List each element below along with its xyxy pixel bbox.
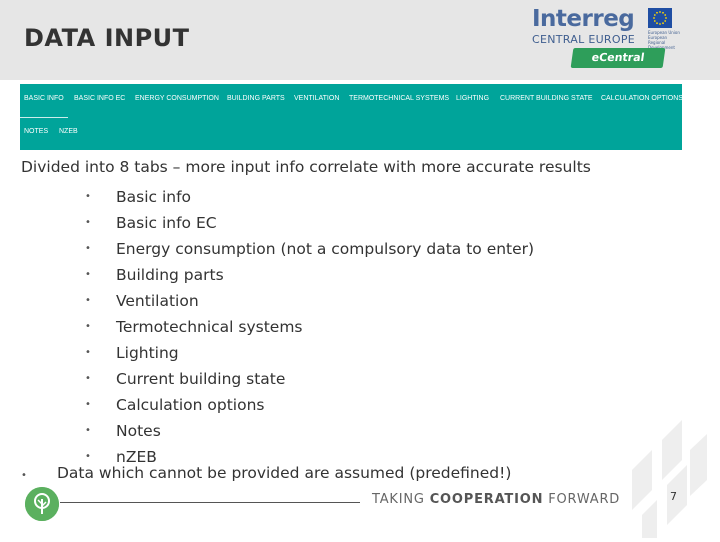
- bullet-icon: •: [85, 347, 91, 358]
- bullet-icon: •: [85, 321, 91, 332]
- logo-region-name: CENTRAL EUROPE: [532, 33, 636, 46]
- list-item-text: Basic info EC: [116, 214, 217, 232]
- tab-basic-info-ec[interactable]: BASIC INFO EC: [74, 95, 125, 102]
- list-item-text: Basic info: [116, 188, 192, 206]
- tab-nzeb[interactable]: NZEB: [59, 128, 78, 135]
- bullet-icon: •: [85, 217, 91, 228]
- bullet-icon: •: [85, 425, 91, 436]
- tagline-bold: COOPERATION: [429, 492, 544, 507]
- tab-basic-info[interactable]: BASIC INFO: [24, 95, 64, 102]
- tab-termotechnical-systems[interactable]: TERMOTECHNICAL SYSTEMS: [349, 95, 449, 102]
- bullet-icon: •: [85, 399, 91, 410]
- bullet-icon: •: [85, 295, 91, 306]
- bullet-icon: •: [21, 470, 27, 481]
- tab-row-divider: [20, 117, 68, 118]
- project-badge: eCentral: [570, 48, 666, 68]
- bullet-icon: •: [85, 269, 91, 280]
- list-item-text: Current building state: [116, 370, 286, 388]
- list-item-text: Ventilation: [116, 292, 199, 310]
- tagline-end: FORWARD: [543, 492, 621, 507]
- list-item-text: Notes: [116, 422, 161, 440]
- list-item-text: Termotechnical systems: [116, 318, 303, 336]
- header-bar: DATA INPUT Interreg CENTRAL EUROPE Europ…: [0, 0, 720, 80]
- footer-divider: [60, 502, 360, 503]
- bullet-icon: •: [85, 191, 91, 202]
- list-item-text: Energy consumption (not a compulsory dat…: [116, 240, 535, 258]
- logo-program-name: Interreg: [532, 6, 635, 32]
- intro-text: Divided into 8 tabs – more input info co…: [21, 158, 591, 176]
- slide-title: DATA INPUT: [24, 24, 190, 52]
- bullet-icon: •: [85, 243, 91, 254]
- list-item-text: Lighting: [116, 344, 179, 362]
- tab-calculation-options[interactable]: CALCULATION OPTIONS: [601, 95, 683, 102]
- tagline-start: TAKING: [372, 492, 430, 507]
- tab-lighting[interactable]: LIGHTING: [456, 95, 489, 102]
- interreg-logo: Interreg CENTRAL EUROPE European Union E…: [528, 6, 682, 72]
- tab-notes[interactable]: NOTES: [24, 128, 48, 135]
- tab-building-parts[interactable]: BUILDING PARTS: [227, 95, 285, 102]
- bullet-icon: •: [85, 373, 91, 384]
- tab-current-building-state[interactable]: CURRENT BUILDING STATE: [500, 95, 593, 102]
- tab-ventilation[interactable]: VENTILATION: [294, 95, 339, 102]
- tab-energy-consumption[interactable]: ENERGY CONSUMPTION: [135, 95, 219, 102]
- page-number: 7: [670, 490, 677, 503]
- list-item-text: Building parts: [116, 266, 224, 284]
- input-tabs-bar: BASIC INFO BASIC INFO EC ENERGY CONSUMPT…: [20, 84, 683, 150]
- predefined-note-text: Data which cannot be provided are assume…: [57, 464, 512, 482]
- decorative-arrows: [612, 420, 712, 538]
- list-item-text: Calculation options: [116, 396, 265, 414]
- eu-flag-icon: [648, 8, 672, 28]
- tree-icon: [25, 487, 59, 521]
- footer-tagline: TAKING COOPERATION FORWARD: [372, 492, 620, 507]
